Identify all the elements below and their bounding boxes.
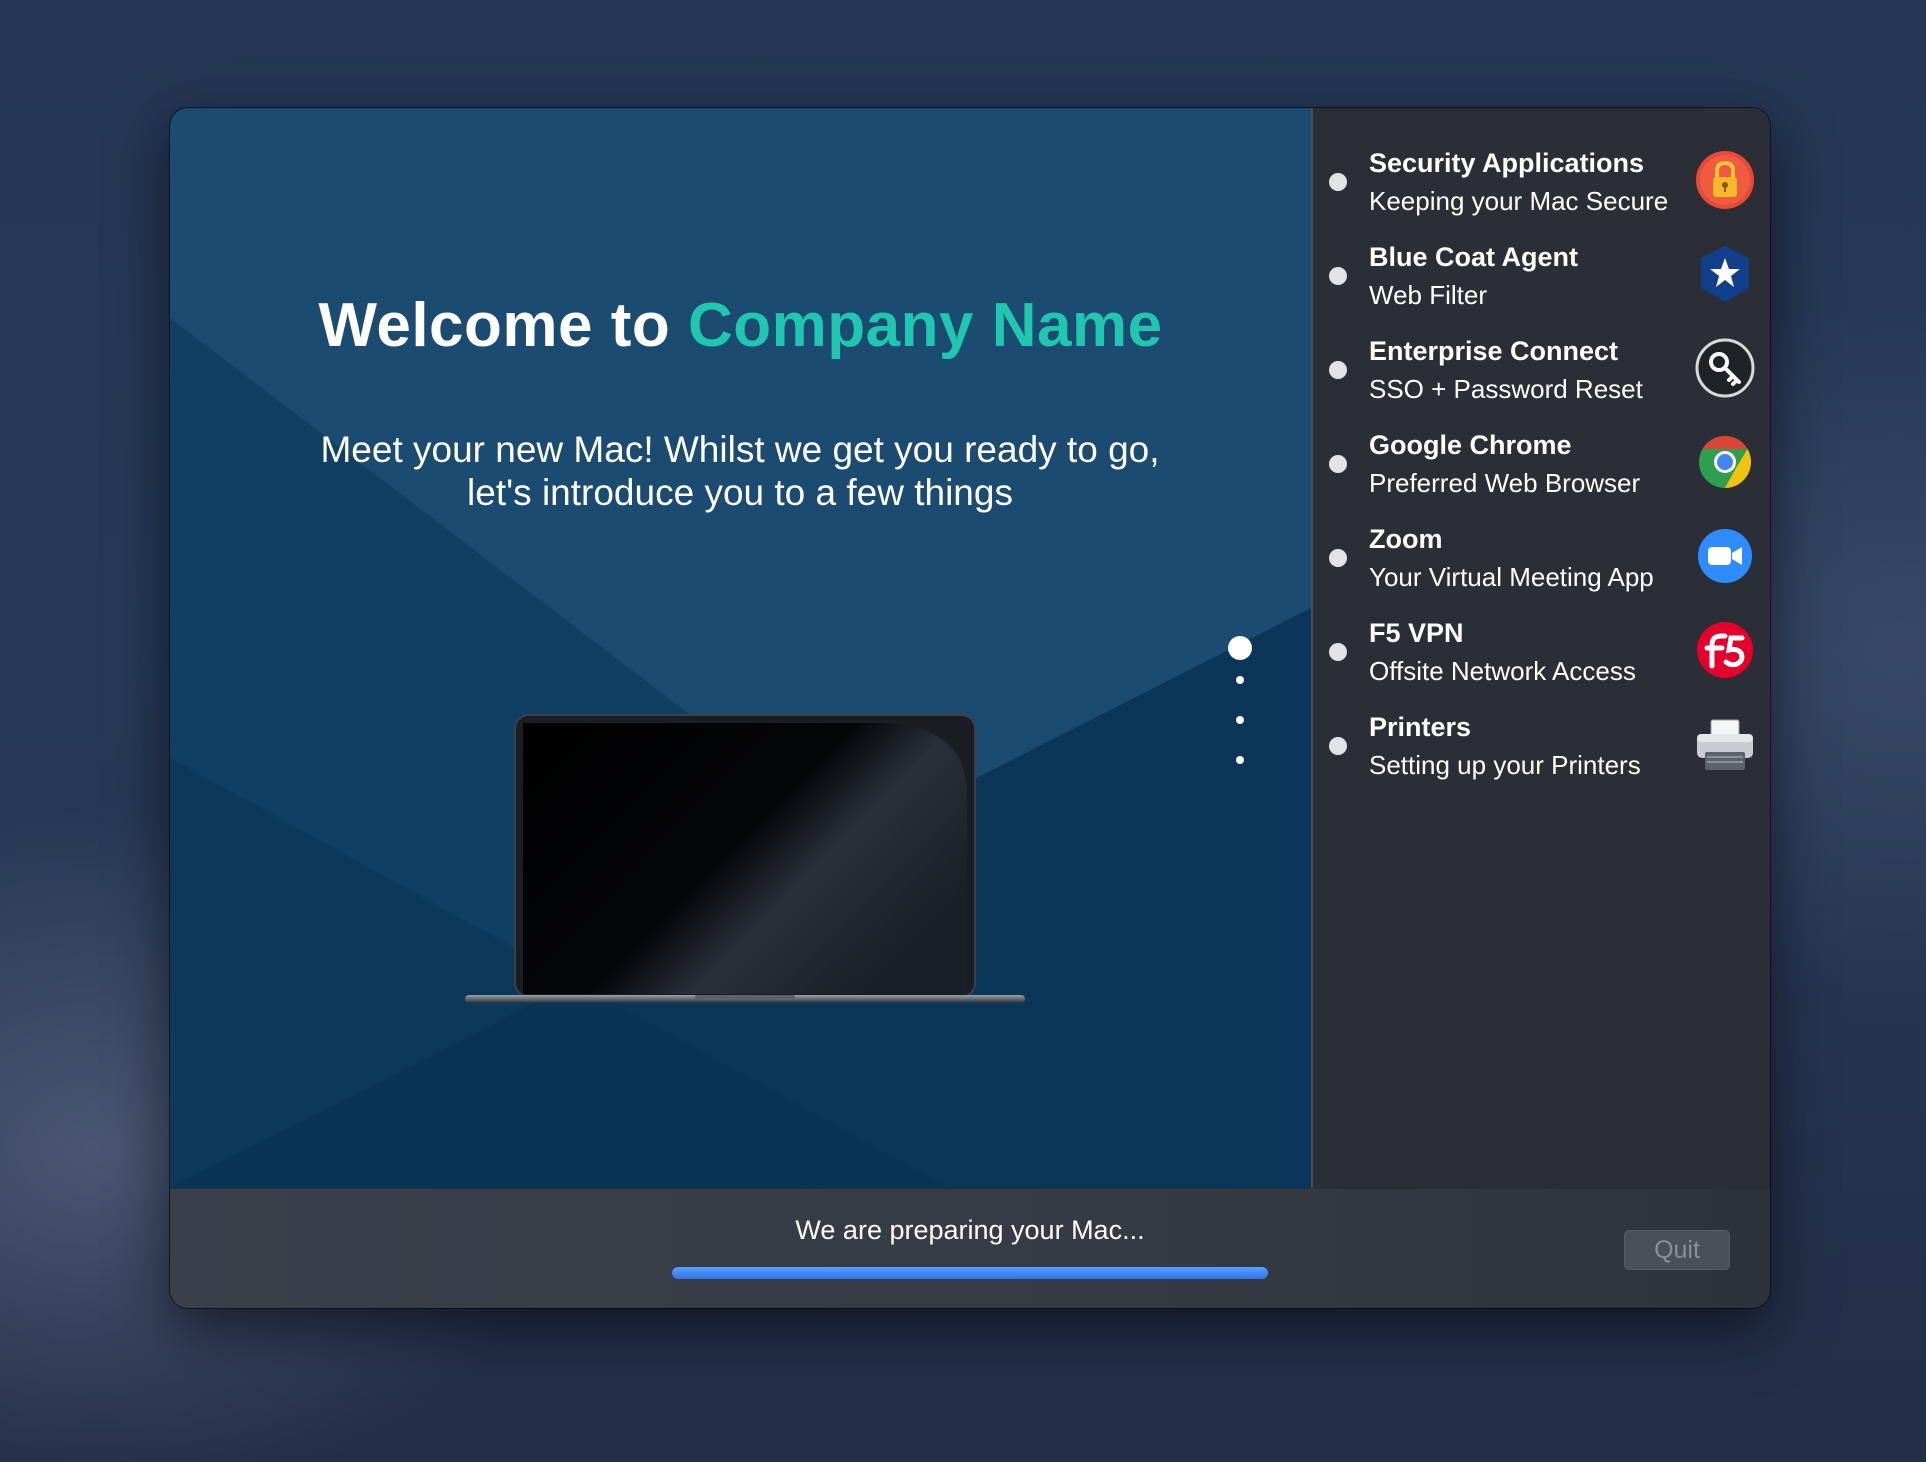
status-text: We are preparing your Mac... (170, 1215, 1770, 1246)
item-subtitle: Setting up your Printers (1369, 750, 1641, 780)
list-item-blue-coat: Blue Coat Agent Web Filter (1313, 228, 1770, 322)
carousel-pagination (1225, 636, 1255, 796)
onboarding-window: Welcome to Company Name Meet your new Ma… (170, 108, 1770, 1308)
status-bullet (1329, 643, 1347, 661)
intro-text: Meet your new Mac! Whilst we get you rea… (270, 428, 1210, 514)
item-subtitle: SSO + Password Reset (1369, 374, 1643, 404)
f5-logo-icon (1697, 622, 1753, 678)
status-bullet (1329, 267, 1347, 285)
page-dot[interactable] (1236, 756, 1244, 764)
status-bullet (1329, 737, 1347, 755)
page-dot[interactable] (1236, 676, 1244, 684)
background-shapes (170, 318, 1311, 1188)
status-bullet (1329, 455, 1347, 473)
star-shield-icon (1701, 246, 1749, 302)
item-subtitle: Preferred Web Browser (1369, 468, 1641, 498)
zoom-camera-icon (1698, 529, 1752, 583)
status-label: We are preparing your Mac... (795, 1215, 1145, 1245)
list-item-zoom: Zoom Your Virtual Meeting App (1313, 510, 1770, 604)
intro-line-1: Meet your new Mac! Whilst we get you rea… (320, 429, 1160, 470)
list-item-enterprise-connect: Enterprise Connect SSO + Password Reset (1313, 322, 1770, 416)
welcome-pane: Welcome to Company Name Meet your new Ma… (170, 108, 1311, 1188)
item-title: Enterprise Connect (1369, 336, 1619, 366)
status-bullet (1329, 361, 1347, 379)
lock-icon (1696, 151, 1754, 209)
list-item-f5-vpn: F5 VPN Offsite Network Access (1313, 604, 1770, 698)
list-item-chrome: Google Chrome Preferred Web Browser (1313, 416, 1770, 510)
progress-bar (672, 1267, 1268, 1279)
list-item-printers: Printers Setting up your Printers (1313, 698, 1770, 792)
status-bullet (1329, 173, 1347, 191)
chrome-icon (1699, 436, 1751, 488)
status-bullet (1329, 549, 1347, 567)
item-title: Printers (1369, 712, 1472, 742)
item-subtitle: Keeping your Mac Secure (1369, 186, 1669, 216)
company-name: Company Name (687, 291, 1163, 360)
progress-fill (672, 1267, 1268, 1279)
list-item-security: Security Applications Keeping your Mac S… (1313, 134, 1770, 228)
welcome-heading: Welcome to Company Name (170, 290, 1311, 361)
item-subtitle: Your Virtual Meeting App (1369, 562, 1654, 592)
macbook-illustration (465, 714, 1025, 1003)
page-dot-active[interactable] (1228, 636, 1252, 660)
item-title: Security Applications (1369, 148, 1645, 178)
item-title: Blue Coat Agent (1369, 242, 1578, 272)
item-subtitle: Offsite Network Access (1369, 656, 1636, 686)
install-list-pane: Security Applications Keeping your Mac S… (1311, 108, 1770, 1188)
key-icon (1695, 338, 1755, 398)
item-title: Google Chrome (1369, 430, 1572, 460)
page-dot[interactable] (1236, 716, 1244, 724)
welcome-prefix: Welcome to (318, 291, 671, 360)
item-title: F5 VPN (1369, 618, 1464, 648)
intro-line-2: let's introduce you to a few things (467, 472, 1013, 513)
printer-icon (1697, 719, 1753, 770)
item-subtitle: Web Filter (1369, 280, 1487, 310)
item-title: Zoom (1369, 524, 1443, 554)
footer-bar: We are preparing your Mac... Quit (170, 1188, 1770, 1308)
quit-button[interactable]: Quit (1624, 1230, 1730, 1270)
